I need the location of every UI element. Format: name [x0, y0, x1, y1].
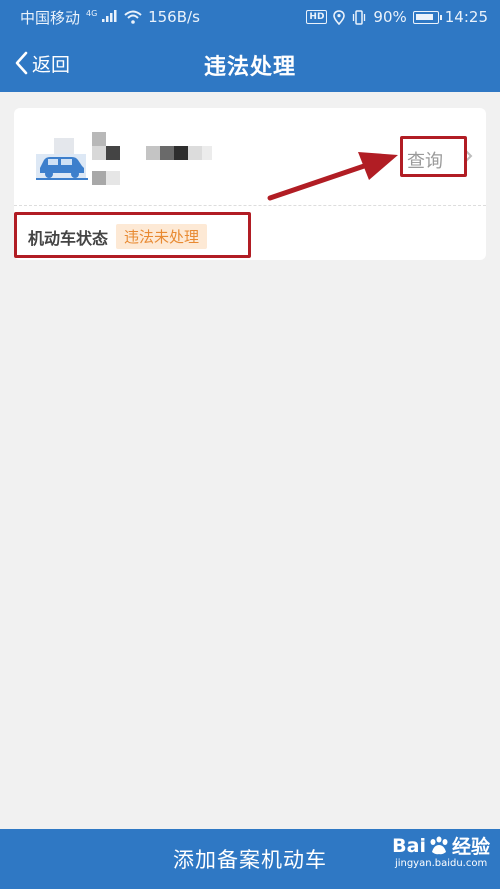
status-bar: 中国移动 4G 156B/s HD 90% 14:25 [0, 0, 500, 34]
location-icon [333, 9, 346, 25]
vibrate-icon [353, 9, 366, 25]
watermark-url: jingyan.baidu.com [394, 858, 488, 869]
signal-bars-icon [102, 10, 117, 22]
baidu-watermark: Bai 经验 jingyan.baidu.com [392, 832, 490, 870]
network-speed: 156B/s [148, 8, 200, 26]
paw-icon [430, 836, 448, 854]
status-left: 中国移动 4G 156B/s [20, 7, 200, 28]
status-right: HD 90% 14:25 [306, 8, 488, 26]
card-divider [14, 205, 486, 206]
signal-icon: 4G [86, 8, 118, 26]
car-icon [36, 138, 88, 180]
hd-badge: HD [306, 10, 328, 24]
highlight-box-status [14, 212, 251, 258]
battery-percent: 90% [373, 8, 407, 26]
clock-time: 14:25 [444, 8, 488, 26]
network-type: 4G [86, 9, 98, 18]
highlight-box-query [400, 136, 467, 177]
wifi-icon [124, 10, 142, 24]
add-vehicle-label: 添加备案机动车 [173, 848, 327, 872]
nav-bar: 返回 违法处理 [0, 34, 500, 92]
watermark-brand: Bai 经验 [392, 832, 490, 859]
battery-icon [412, 10, 442, 24]
page-title: 违法处理 [203, 55, 296, 80]
watermark-brand-right: 经验 [451, 836, 490, 858]
watermark-brand-left: Bai [392, 834, 426, 857]
carrier-name: 中国移动 [20, 8, 81, 27]
